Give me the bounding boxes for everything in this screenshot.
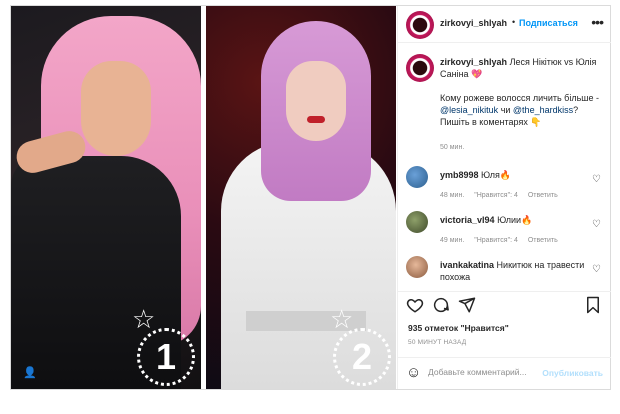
bookmark-icon[interactable] xyxy=(585,296,601,319)
post-header: zirkovyi_shlyah • Подписаться ••• xyxy=(398,6,611,43)
commenter-username[interactable]: victoria_vl94 xyxy=(440,215,495,225)
comment-text: ivankakatina Никитюк на травести похожа xyxy=(440,259,590,283)
post-comment-button[interactable]: Опубликовать xyxy=(542,368,603,378)
comment-meta: 49 мин. "Нравится": 4 Ответить xyxy=(440,237,566,244)
separator-dot: • xyxy=(512,17,516,27)
add-comment-bar: ☺ Опубликовать xyxy=(398,357,611,389)
commenter-username[interactable]: ivankakatina xyxy=(440,260,494,270)
caption-avatar[interactable] xyxy=(406,54,434,82)
comment-likes[interactable]: "Нравится": 4 xyxy=(474,237,518,244)
comment-item: victoria_vl94 Юлии🔥 49 мин. "Нравится": … xyxy=(398,211,611,251)
commenter-avatar[interactable] xyxy=(406,256,428,278)
badge-number: 2 xyxy=(351,336,373,377)
comment-icon[interactable] xyxy=(432,296,450,319)
emoji-icon[interactable]: ☺ xyxy=(406,365,421,381)
author-username[interactable]: zirkovyi_shlyah xyxy=(440,18,507,28)
comment-body: Юлии🔥 xyxy=(497,215,533,225)
comment-text: victoria_vl94 Юлии🔥 xyxy=(440,214,590,226)
post-panel: zirkovyi_shlyah • Подписаться ••• zirkov… xyxy=(397,6,611,389)
heart-icon[interactable] xyxy=(406,296,424,319)
comment-time: 49 мин. xyxy=(440,237,465,244)
photo-left-face xyxy=(81,61,151,156)
badge-number: 1 xyxy=(155,336,177,377)
share-icon[interactable] xyxy=(458,296,476,319)
photo-right: ☆ 2 xyxy=(206,6,396,389)
comment-input[interactable] xyxy=(428,367,558,377)
post-media[interactable]: ☆ 1 👤 ☆ 2 xyxy=(11,6,397,389)
photo-left: ☆ 1 👤 xyxy=(11,6,201,389)
commenter-username[interactable]: ymb8998 xyxy=(440,170,479,180)
mention-link[interactable]: @the_hardkiss xyxy=(513,105,573,115)
caption-question: ? xyxy=(573,105,579,115)
comment-item: ivankakatina Никитюк на травести похожа … xyxy=(398,256,611,296)
photo-right-lips xyxy=(307,116,325,123)
comment-meta: 48 мин. "Нравится": 4 Ответить xyxy=(440,192,566,199)
comment-like-icon[interactable]: ♡ xyxy=(592,264,601,275)
reply-button[interactable]: Ответить xyxy=(528,192,558,199)
posted-ago[interactable]: 50 МИНУТ НАЗАД xyxy=(408,339,466,346)
more-options-icon[interactable]: ••• xyxy=(591,14,604,30)
commenter-avatar[interactable] xyxy=(406,166,428,188)
likes-count[interactable]: 935 отметок "Нравится" xyxy=(408,323,509,333)
author-avatar[interactable] xyxy=(406,11,434,39)
comment-time: 48 мин. xyxy=(440,192,465,199)
comment-body: Юля🔥 xyxy=(481,170,512,180)
caption-author[interactable]: zirkovyi_shlyah xyxy=(440,57,507,67)
user-tag-icon[interactable]: 👤 xyxy=(23,366,37,379)
comment-likes[interactable]: "Нравится": 4 xyxy=(474,192,518,199)
reply-button[interactable]: Ответить xyxy=(528,237,558,244)
post-caption: zirkovyi_shlyah Леся Нікітюк vs Юлія Сан… xyxy=(440,56,602,128)
photo-right-face xyxy=(286,61,346,141)
comment-like-icon[interactable]: ♡ xyxy=(592,174,601,185)
commenter-avatar[interactable] xyxy=(406,211,428,233)
comment-item: ymb8998 Юля🔥 48 мин. "Нравится": 4 Ответ… xyxy=(398,166,611,206)
post-actions xyxy=(398,291,611,319)
comment-text: ymb8998 Юля🔥 xyxy=(440,169,590,181)
instagram-post: ☆ 1 👤 ☆ 2 zirkovyi_shlyah • Подписаться … xyxy=(10,5,611,390)
caption-time[interactable]: 50 мин. xyxy=(440,144,464,151)
caption-mid: чи xyxy=(500,105,511,115)
comment-like-icon[interactable]: ♡ xyxy=(592,219,601,230)
caption-line3: Пишіть в коментарях 👇 xyxy=(440,117,542,127)
follow-button[interactable]: Подписаться xyxy=(519,18,578,28)
caption-line2-pre: Кому рожеве волосся личить більше - xyxy=(440,93,600,103)
mention-link[interactable]: @lesia_nikituk xyxy=(440,105,498,115)
